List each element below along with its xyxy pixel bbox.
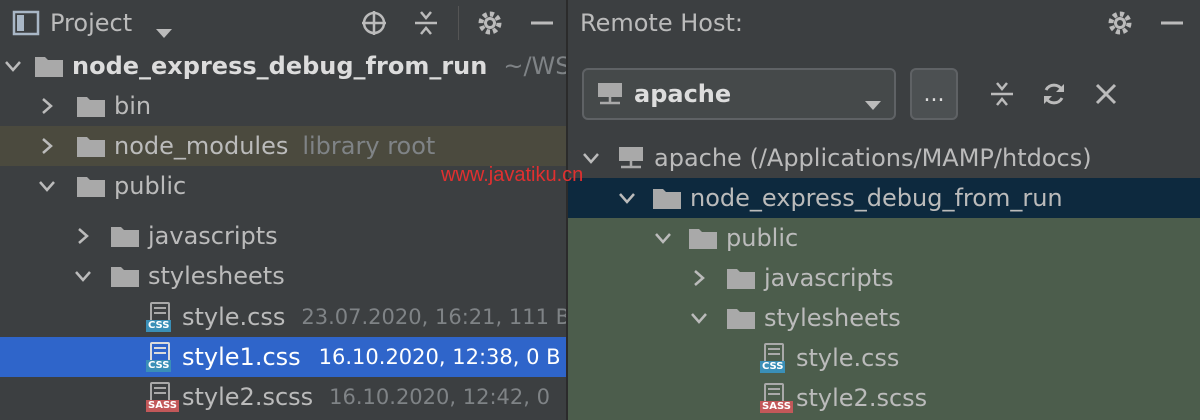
chevron-down-icon[interactable] [688, 307, 710, 329]
folder-icon [726, 306, 756, 330]
minimize-icon[interactable] [1158, 9, 1186, 37]
minimize-icon[interactable] [528, 9, 556, 37]
folder-icon [76, 174, 106, 198]
file-meta: 16.10.2020, 12:42, 0 [329, 385, 550, 409]
tree-row-project-root[interactable]: node_express_debug_from_run ~/WS [0, 46, 566, 86]
close-icon[interactable] [1092, 80, 1120, 108]
collapse-all-icon[interactable] [412, 9, 440, 37]
watermark-text: www.javatiku.cn [441, 164, 584, 186]
folder-icon [726, 266, 756, 290]
tree-item-label: style1.css [182, 343, 301, 371]
tree-item-label: style2.scss [182, 383, 314, 411]
tree-item-label: stylesheets [764, 304, 901, 332]
chevron-right-icon[interactable] [36, 95, 58, 117]
tree-row-file[interactable]: CSS style.css 23.07.2020, 16:21, 111 B [0, 297, 566, 337]
tree-item-label: style.css [182, 303, 286, 331]
tree-row-node-modules[interactable]: node_modules library root [0, 126, 566, 166]
folder-icon [110, 264, 140, 288]
browse-servers-button[interactable]: ... [910, 68, 958, 120]
refresh-icon[interactable] [1040, 80, 1068, 108]
chevron-down-icon[interactable] [4, 55, 22, 77]
project-path: ~/WS [503, 52, 566, 80]
project-panel: Project node_express_debug_from_run ~/WS… [0, 0, 566, 420]
server-icon [596, 81, 624, 107]
chevron-right-icon[interactable] [688, 267, 710, 289]
project-view-selector[interactable]: Project [50, 9, 132, 37]
tree-item-label: style.css [796, 344, 900, 372]
folder-icon [688, 226, 718, 250]
remote-tree-row-file[interactable]: CSS style.css [568, 338, 1200, 378]
tree-item-label: stylesheets [148, 262, 285, 290]
chevron-right-icon[interactable] [36, 135, 58, 157]
tree-item-label: javascripts [764, 264, 894, 292]
tree-item-label: bin [114, 92, 152, 120]
tree-row-javascripts[interactable]: javascripts [0, 216, 566, 256]
chevron-down-icon[interactable] [652, 227, 674, 249]
collapse-all-icon[interactable] [988, 80, 1016, 108]
tree-item-label: node_express_debug_from_run [690, 184, 1063, 212]
server-select-value: apache [634, 80, 732, 108]
tree-item-label: javascripts [148, 222, 278, 250]
tree-item-label: node_express_debug_from_run [72, 52, 488, 80]
remote-header: Remote Host: [568, 0, 1200, 46]
server-icon [616, 146, 646, 170]
tree-row-file-selected[interactable]: CSS style1.css 16.10.2020, 12:38, 0 B [0, 337, 566, 377]
chevron-down-icon[interactable] [155, 18, 173, 46]
gear-icon[interactable] [476, 9, 504, 37]
chevron-down-icon[interactable] [36, 175, 58, 197]
tree-item-label: node_modules [114, 132, 289, 160]
file-meta: 16.10.2020, 12:38, 0 B [318, 345, 561, 369]
file-meta: 23.07.2020, 16:21, 111 B [301, 305, 566, 329]
chevron-down-icon [864, 90, 882, 118]
remote-tree-row-project[interactable]: node_express_debug_from_run [568, 178, 1200, 218]
folder-icon [652, 186, 682, 210]
chevron-down-icon[interactable] [616, 187, 638, 209]
chevron-right-icon[interactable] [72, 225, 94, 247]
sass-file-icon: SASS [760, 383, 793, 413]
chevron-down-icon[interactable] [72, 265, 94, 287]
remote-tree-row-javascripts[interactable]: javascripts [568, 258, 1200, 298]
folder-icon [34, 54, 64, 78]
tree-item-label: style2.scss [796, 384, 928, 412]
sass-file-icon: SASS [146, 382, 179, 412]
library-root-badge: library root [302, 132, 436, 160]
remote-tree-row-stylesheets[interactable]: stylesheets [568, 298, 1200, 338]
tree-row-stylesheets[interactable]: stylesheets [0, 256, 566, 296]
tree-row-file[interactable]: SASS style2.scss 16.10.2020, 12:42, 0 [0, 377, 566, 417]
remote-tree-row-public[interactable]: public [568, 218, 1200, 258]
remote-host-title: Remote Host: [580, 9, 743, 37]
css-file-icon: CSS [760, 343, 790, 373]
server-select[interactable]: apache [582, 68, 896, 120]
css-file-icon: CSS [146, 342, 176, 372]
folder-icon [110, 224, 140, 248]
tree-item-label: public [726, 224, 799, 252]
remote-tree-row-file[interactable]: SASS style2.scss [568, 378, 1200, 418]
project-view-icon[interactable] [12, 10, 40, 36]
remote-tree-row-root[interactable]: apache (/Applications/MAMP/htdocs) [568, 138, 1200, 178]
tree-row-bin[interactable]: bin [0, 86, 566, 126]
locate-crosshair-icon[interactable] [360, 9, 388, 37]
tree-item-label: public [114, 172, 187, 200]
css-file-icon: CSS [146, 302, 176, 332]
tree-item-label: apache (/Applications/MAMP/htdocs) [654, 144, 1092, 172]
folder-icon [76, 94, 106, 118]
project-header: Project [0, 0, 566, 46]
remote-host-panel: Remote Host: apache ... apache (/Applica… [568, 0, 1200, 420]
toolbar-separator [458, 6, 459, 40]
gear-icon[interactable] [1106, 9, 1134, 37]
chevron-down-icon[interactable] [580, 147, 602, 169]
folder-icon [76, 134, 106, 158]
